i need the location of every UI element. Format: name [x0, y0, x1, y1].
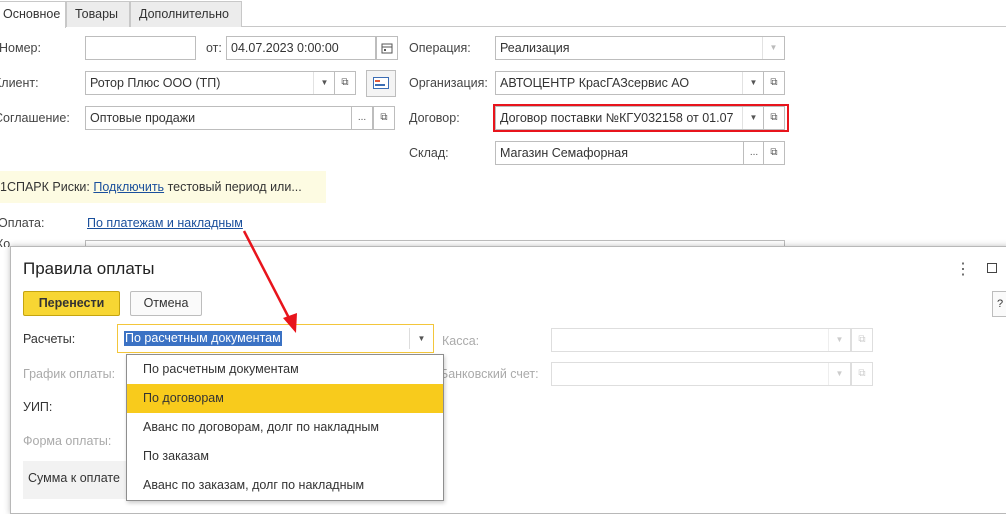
annotation-arrow	[242, 230, 297, 333]
